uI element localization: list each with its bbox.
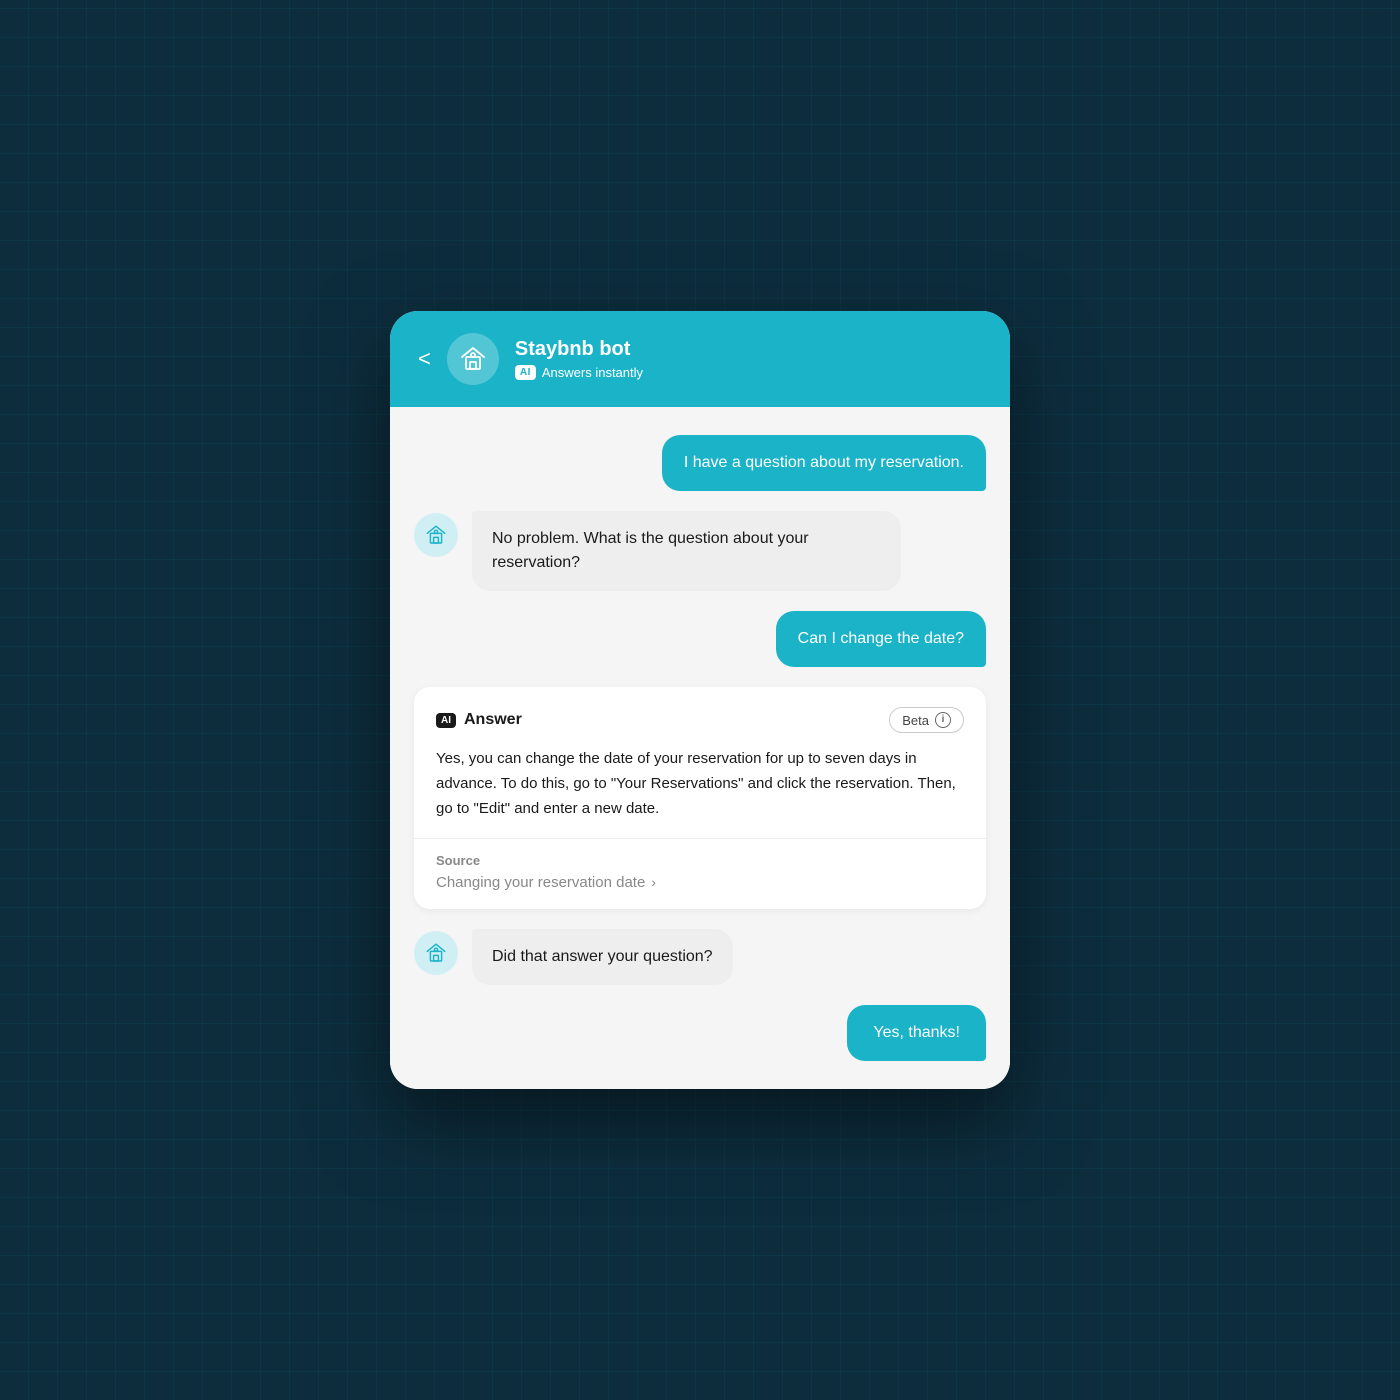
ai-badge-dark: AI [436,713,456,728]
header-subtitle: Answers instantly [542,365,643,380]
house-icon [458,344,488,374]
source-link-text: Changing your reservation date [436,874,645,891]
user-message-3: Yes, thanks! [847,1005,986,1061]
ai-answer-card: AI Answer Beta i Yes, you can change the… [414,687,986,908]
answer-header-left: AI Answer [436,711,522,729]
answer-top: AI Answer Beta i Yes, you can change the… [414,687,986,838]
ai-badge-row: AI Answers instantly [515,365,643,380]
back-button[interactable]: < [418,348,431,370]
answer-header: AI Answer Beta i [436,707,964,733]
chat-body: I have a question about my reservation. … [390,407,1010,1088]
bot-message-2: Did that answer your question? [472,929,733,985]
bot-avatar-small-1 [414,513,458,557]
bot-avatar-large [447,333,499,385]
beta-label: Beta [902,713,929,728]
user-message-2: Can I change the date? [776,611,986,667]
ai-badge: AI [515,365,536,380]
user-message-1: I have a question about my reservation. [662,435,986,491]
answer-label: Answer [464,711,522,729]
bot-avatar-small-2 [414,931,458,975]
source-link[interactable]: Changing your reservation date › [436,874,964,891]
header-info: Staybnb bot AI Answers instantly [515,338,643,380]
bot-message-row-2: Did that answer your question? [414,929,986,985]
source-label: Source [436,853,964,868]
chevron-right-icon: › [651,874,656,890]
chat-header: < Staybnb bot AI Answers instantly [390,311,1010,407]
beta-badge: Beta i [889,707,964,733]
house-icon-small-2 [424,941,448,965]
bot-name: Staybnb bot [515,338,643,361]
bot-message-1: No problem. What is the question about y… [472,511,901,591]
chat-window: < Staybnb bot AI Answers instantly I hav… [390,311,1010,1088]
house-icon-small [424,523,448,547]
source-section: Source Changing your reservation date › [414,839,986,909]
bot-message-row-1: No problem. What is the question about y… [414,511,986,591]
info-icon[interactable]: i [935,712,951,728]
answer-text: Yes, you can change the date of your res… [436,747,964,821]
